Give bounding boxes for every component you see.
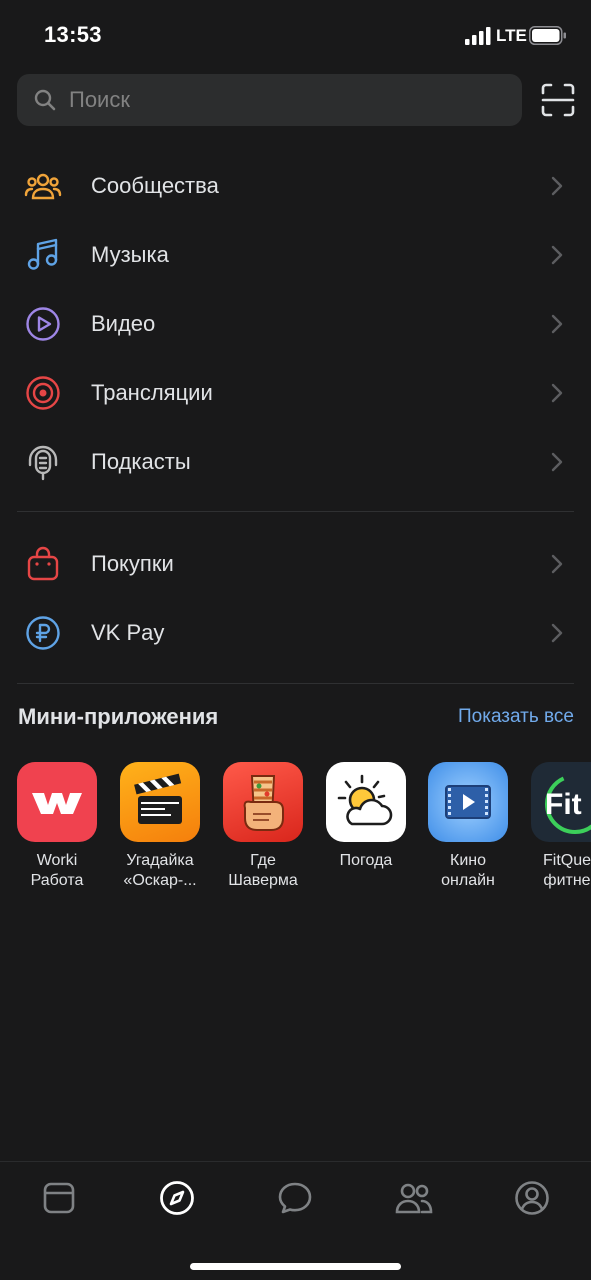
- app-name-line2: фитнес: [543, 872, 591, 889]
- signal-strength-icon: [465, 27, 491, 45]
- tab-explore[interactable]: [157, 1178, 197, 1218]
- app-name-line2: «Оскар-...: [123, 872, 197, 889]
- app-name-line1: Угадайка: [126, 852, 194, 869]
- movie-screen-icon: [428, 762, 508, 842]
- svg-text:Fit: Fit: [545, 788, 582, 821]
- app-name-line1: Где: [250, 852, 276, 869]
- status-bar: 13:53 LTE: [0, 0, 591, 70]
- qr-scan-icon: [541, 83, 575, 117]
- mini-apps-title: Мини-приложения: [18, 704, 219, 729]
- chevron-right-icon: [551, 245, 563, 264]
- app-name-line1: Погода: [339, 852, 393, 869]
- mini-apps-carousel[interactable]: Worki Работа Угадайка «Оскар-... Где Шав…: [0, 762, 591, 902]
- menu-item-music[interactable]: Музыка: [0, 220, 591, 289]
- menu-label: Покупки: [91, 550, 174, 576]
- menu-item-video[interactable]: Видео: [0, 289, 591, 358]
- chat-bubble-icon: [278, 1182, 312, 1214]
- qr-scanner-button[interactable]: [538, 80, 578, 120]
- worki-logo-icon: [17, 762, 97, 842]
- ruble-coin-icon: [24, 614, 62, 652]
- menu-item-communities[interactable]: Сообщества: [0, 151, 591, 220]
- mini-app-ugadayka[interactable]: Угадайка «Оскар-...: [110, 762, 210, 891]
- weather-sun-cloud-icon: [326, 762, 406, 842]
- shopping-bag-icon: [24, 545, 62, 583]
- section-divider: [17, 683, 574, 684]
- menu-label: Трансляции: [91, 379, 213, 405]
- search-input[interactable]: [69, 74, 509, 126]
- menu-label: Видео: [91, 310, 156, 336]
- mini-app-worki[interactable]: Worki Работа: [7, 762, 107, 891]
- chevron-right-icon: [551, 314, 563, 333]
- menu-item-vk-pay[interactable]: VK Pay: [0, 598, 591, 667]
- menu-item-shopping[interactable]: Покупки: [0, 529, 591, 598]
- video-play-icon: [24, 305, 62, 343]
- podcast-icon: [24, 443, 62, 481]
- show-all-link[interactable]: Показать все: [458, 706, 574, 728]
- menu-item-broadcasts[interactable]: Трансляции: [0, 358, 591, 427]
- fitquest-logo-icon: Fit: [531, 762, 591, 842]
- menu-label: Музыка: [91, 241, 169, 267]
- menu-label: VK Pay: [91, 619, 165, 645]
- friends-icon: [395, 1183, 433, 1214]
- explore-menu: Сообщества Музыка Видео Трансляции Подка…: [0, 151, 591, 496]
- chevron-right-icon: [551, 452, 563, 471]
- search-bar[interactable]: [17, 74, 522, 126]
- home-indicator[interactable]: [190, 1263, 401, 1270]
- music-icon: [24, 236, 62, 274]
- app-name-line2: Работа: [30, 872, 84, 889]
- app-name-line1: Worki: [36, 852, 78, 869]
- communities-icon: [24, 167, 62, 205]
- tab-messages[interactable]: [275, 1178, 315, 1218]
- mini-apps-header: Мини-приложения Показать все: [17, 700, 574, 736]
- clapperboard-icon: [120, 762, 200, 842]
- mini-app-fitquest[interactable]: Fit FitQues фитнес: [521, 762, 591, 891]
- section-divider: [17, 511, 574, 512]
- compass-icon: [160, 1181, 194, 1215]
- chevron-right-icon: [551, 176, 563, 195]
- tab-profile[interactable]: [512, 1178, 552, 1218]
- app-name-line1: Кино: [450, 852, 486, 869]
- mini-app-weather[interactable]: Погода: [316, 762, 416, 871]
- chevron-right-icon: [551, 623, 563, 642]
- app-name-line2: онлайн: [441, 872, 495, 889]
- menu-label: Сообщества: [91, 172, 219, 198]
- profile-icon: [515, 1181, 549, 1215]
- menu-label: Подкасты: [91, 448, 191, 474]
- tab-friends[interactable]: [394, 1178, 434, 1218]
- battery-icon: [529, 26, 566, 45]
- broadcast-icon: [24, 374, 62, 412]
- status-time: 13:53: [44, 22, 102, 47]
- mini-app-gde-shaverma[interactable]: Где Шаверма: [213, 762, 313, 891]
- tab-news[interactable]: [39, 1178, 79, 1218]
- payments-menu: Покупки VK Pay: [0, 529, 591, 667]
- network-type: LTE: [496, 26, 527, 45]
- chevron-right-icon: [551, 554, 563, 573]
- app-name-line1: FitQues: [542, 852, 591, 869]
- mini-app-kino-online[interactable]: Кино онлайн: [418, 762, 518, 891]
- shawarma-icon: [223, 762, 303, 842]
- search-row: [17, 74, 577, 126]
- feed-icon: [43, 1182, 75, 1214]
- menu-item-podcasts[interactable]: Подкасты: [0, 427, 591, 496]
- chevron-right-icon: [551, 383, 563, 402]
- app-name-line2: Шаверма: [228, 872, 298, 889]
- search-icon: [34, 89, 56, 111]
